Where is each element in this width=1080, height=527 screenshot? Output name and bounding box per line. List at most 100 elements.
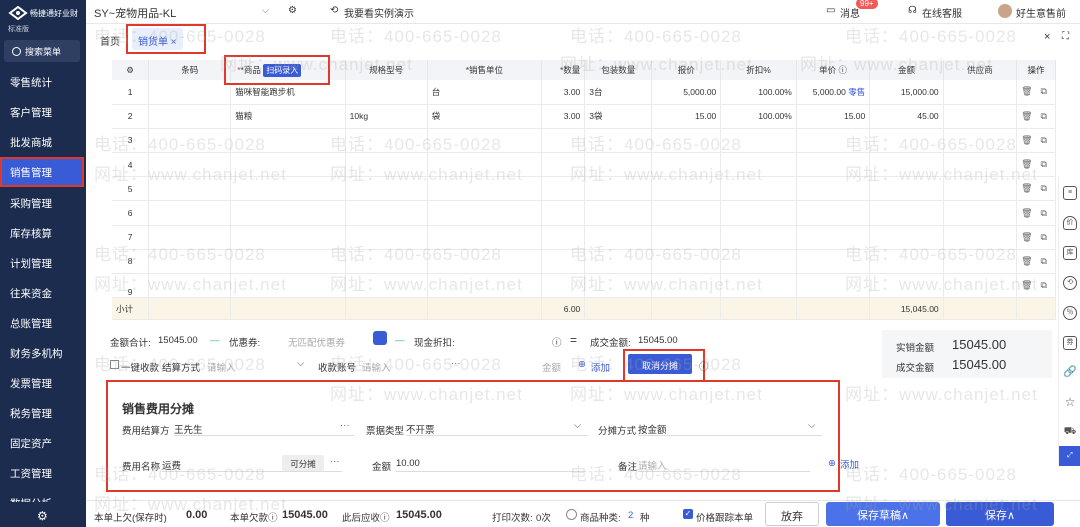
cell-supplier[interactable] [943, 104, 1018, 129]
copy-icon[interactable]: ⧉ [1041, 256, 1055, 266]
sidebar-item-tax[interactable]: 税务管理 [0, 398, 86, 428]
price-icon[interactable]: 价 [1063, 216, 1077, 230]
settle-select[interactable]: 请输入 [207, 360, 236, 374]
row-actions[interactable]: 🗑⧉ [1016, 273, 1056, 299]
cell-qty[interactable]: 3.00 [541, 104, 586, 129]
sidebar-item-analytics[interactable]: 数据分析 [0, 488, 86, 502]
settings-icon[interactable]: ⚙ [288, 5, 297, 16]
sidebar-item-ledger[interactable]: 总账管理 [0, 308, 86, 338]
cell-discount[interactable]: 100.00% [720, 104, 797, 129]
account-input[interactable]: 请输入 [362, 360, 391, 374]
cell-price[interactable]: 15.00 [796, 104, 871, 129]
history-icon[interactable]: ⟲ [1063, 276, 1077, 290]
gear-icon[interactable]: ⚙ [37, 509, 48, 523]
table-row[interactable]: 6 🗑⧉ [112, 200, 1056, 226]
cell-spec[interactable] [345, 80, 428, 105]
sidebar-item-invoice[interactable]: 发票管理 [0, 368, 86, 398]
remark-field[interactable]: 请输入 [638, 458, 810, 472]
delete-icon[interactable]: 🗑 [1021, 111, 1040, 121]
sidebar-item-wholesale[interactable]: 批发商城 [0, 127, 86, 157]
sidebar-item-retail-stats[interactable]: 零售统计 [0, 67, 86, 97]
coupon-icon[interactable] [373, 331, 387, 345]
cell-unit[interactable]: 袋 [427, 104, 543, 129]
save-draft-button[interactable]: 保存草稿∧ [826, 502, 940, 526]
stock-icon[interactable]: 库 [1063, 246, 1077, 260]
sidebar-item-funds[interactable]: 往来资金 [0, 278, 86, 308]
retail-tag[interactable]: 零售 [848, 87, 865, 97]
expand-panel-icon[interactable]: ⤢ [1059, 446, 1080, 466]
document-icon[interactable]: ≡ [1063, 186, 1077, 200]
cell-discount[interactable]: 100.00% [720, 80, 797, 105]
sidebar-item-customers[interactable]: 客户管理 [0, 97, 86, 127]
sidebar-item-sales[interactable]: 销售管理 [0, 157, 84, 187]
table-row[interactable]: 4 🗑⧉ [112, 152, 1056, 178]
delete-icon[interactable]: 🗑 [1021, 280, 1040, 290]
chevron-down-icon[interactable]: ⌵ [262, 5, 269, 16]
more-icon[interactable]: ··· [340, 420, 350, 431]
cell-qty[interactable]: 3.00 [541, 80, 586, 105]
coupon-select[interactable]: 无匹配优惠券 [288, 335, 345, 349]
save-button[interactable]: 保存∧ [946, 502, 1054, 526]
delete-icon[interactable]: 🗑 [1021, 208, 1040, 218]
cell-amount[interactable]: 45.00 [869, 104, 944, 129]
sidebar-item-multi-org[interactable]: 财务多机构 [0, 338, 86, 368]
tab-sales-order[interactable]: 销货单 × [132, 28, 183, 50]
copy-icon[interactable]: ⧉ [1041, 232, 1055, 242]
fee-amount-field[interactable]: 10.00 [396, 458, 586, 472]
delete-icon[interactable]: 🗑 [1021, 183, 1040, 193]
delete-icon[interactable]: 🗑 [1021, 135, 1040, 145]
cell-price[interactable]: 5,000.00 零售 [796, 80, 871, 105]
delete-icon[interactable]: 🗑 [1021, 86, 1040, 96]
discount-icon[interactable]: ％ [1063, 306, 1077, 320]
sidebar-item-planning[interactable]: 计划管理 [0, 248, 86, 278]
tab-home[interactable]: 首页 [100, 33, 120, 48]
sidebar-item-inventory[interactable]: 库存核算 [0, 218, 86, 248]
cell-spec[interactable]: 10kg [345, 104, 428, 129]
delete-icon[interactable]: 🗑 [1021, 159, 1040, 169]
support-link[interactable]: 在线客服 [922, 5, 962, 20]
copy-icon[interactable]: ⧉ [1041, 111, 1055, 121]
row-actions[interactable]: 🗑⧉ [1016, 225, 1056, 250]
chevron-down-icon[interactable]: ⌵ [297, 358, 304, 369]
copy-icon[interactable]: ⧉ [1041, 280, 1055, 290]
sidebar-item-payroll[interactable]: 工资管理 [0, 458, 86, 488]
add-icon[interactable]: ⊕ [828, 458, 836, 469]
table-row[interactable]: 7 🗑⧉ [112, 225, 1056, 250]
row-actions[interactable]: 🗑⧉ [1016, 80, 1056, 105]
cell-unit[interactable]: 台 [427, 80, 543, 105]
table-row[interactable]: 5 🗑⧉ [112, 176, 1056, 202]
copy-icon[interactable]: ⧉ [1041, 86, 1055, 96]
cell-goods[interactable]: 猫粮 [230, 104, 346, 129]
method-select[interactable]: 按金额 ⌵ [638, 420, 822, 436]
cell-amount[interactable]: 15,000.00 [869, 80, 944, 105]
column-settings-icon[interactable]: ⚙ [112, 60, 150, 80]
expand-icon[interactable]: ⛶ [1062, 31, 1069, 42]
add-payment-link[interactable]: 添加 [591, 360, 610, 374]
table-row[interactable]: 3 🗑⧉ [112, 128, 1056, 154]
user-name[interactable]: 好生意售前 [1016, 5, 1066, 20]
close-icon[interactable]: × [1044, 31, 1050, 43]
truck-icon[interactable]: ⛟ [1063, 426, 1077, 440]
demo-link[interactable]: 我要看实例演示 [344, 5, 414, 20]
cell-quote[interactable]: 5,000.00 [651, 80, 722, 105]
help-icon[interactable]: ⓘ [552, 335, 562, 349]
avatar[interactable] [998, 4, 1012, 18]
amount-input[interactable]: 金额 [542, 360, 561, 374]
copy-icon[interactable]: ⧉ [1041, 183, 1055, 193]
table-row[interactable]: 9 🗑⧉ [112, 273, 1056, 299]
cell-quote[interactable]: 15.00 [651, 104, 722, 129]
delete-icon[interactable]: 🗑 [1021, 232, 1040, 242]
table-row[interactable]: 8 🗑⧉ [112, 249, 1056, 275]
cell-pack[interactable]: 3台 [584, 80, 653, 105]
company-selector[interactable]: SY~宠物用品-KL [94, 5, 176, 21]
cancel-allocation-button[interactable]: 取消分摊 [628, 354, 692, 374]
price-track-checkbox[interactable]: ✓ [683, 509, 693, 519]
cell-barcode[interactable] [148, 80, 232, 105]
star-icon[interactable]: ☆ [1063, 396, 1077, 410]
more-icon[interactable]: ··· [330, 456, 340, 467]
add-icon[interactable]: ⊕ [578, 359, 586, 370]
link-icon[interactable]: 🔗 [1063, 366, 1077, 380]
copy-icon[interactable]: ⧉ [1041, 208, 1055, 218]
settle-party-field[interactable]: 王先生 ··· [174, 420, 354, 436]
row-actions[interactable]: 🗑⧉ [1016, 249, 1056, 275]
